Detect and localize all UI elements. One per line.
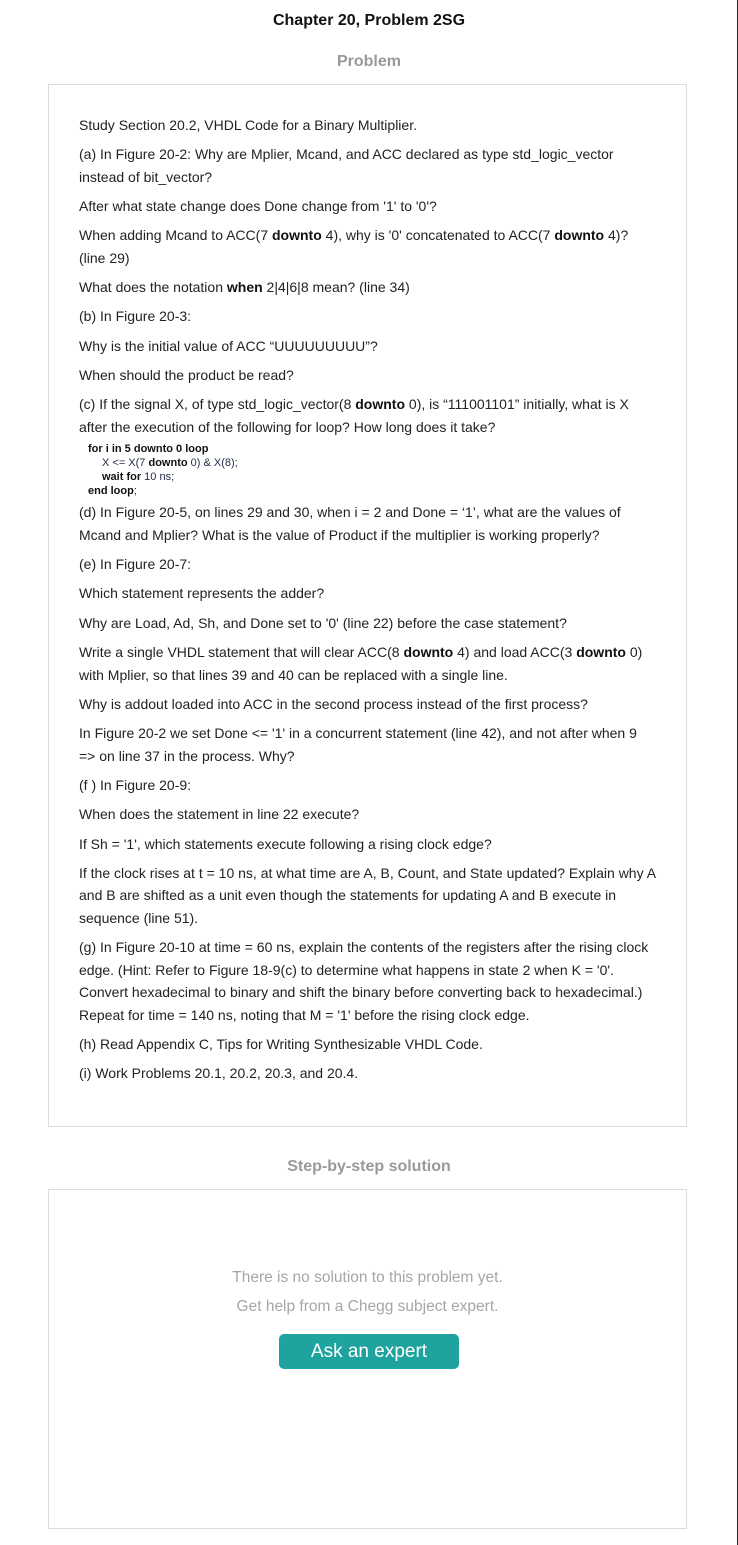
problem-paragraph: After what state change does Done change… <box>79 198 437 215</box>
problem-paragraph: (c) If the signal X, of type std_logic_v… <box>79 393 656 438</box>
code-text: 10 ns; <box>141 471 175 484</box>
problem-paragraph: When adding Mcand to ACC(7 downto 4), wh… <box>79 224 656 269</box>
keyword-downto: downto <box>554 227 605 244</box>
problem-paragraph: (d) In Figure 20-5, on lines 29 and 30, … <box>79 504 621 543</box>
code-keyword: downto <box>148 457 188 470</box>
code-keyword: downto <box>133 443 173 456</box>
keyword-downto: downto <box>403 644 454 661</box>
problem-paragraph: Why are Load, Ad, Sh, and Done set to '0… <box>79 614 567 631</box>
text-run: 4) and load ACC(3 <box>453 644 577 661</box>
problem-paragraph: (g) In Figure 20-10 at time = 60 ns, exp… <box>79 939 649 1023</box>
problem-paragraph: (e) In Figure 20-7: <box>79 556 192 573</box>
code-text: X <= X(7 <box>102 457 149 470</box>
code-text: i <box>102 443 112 456</box>
expert-help-message: Get help from a Chegg subject expert. <box>236 1298 499 1315</box>
problem-paragraph: (b) In Figure 20-3: <box>79 308 192 325</box>
problem-paragraph: When should the product be read? <box>79 367 294 384</box>
problem-paragraph: What does the notation when 2|4|6|8 mean… <box>79 276 656 299</box>
problem-paragraph: Study Section 20.2, VHDL Code for a Bina… <box>79 117 417 133</box>
code-text: 0 <box>172 443 186 456</box>
problem-paragraph: If Sh = '1', which statements execute fo… <box>79 835 492 852</box>
code-line: for i in 5 downto 0 loop <box>88 442 656 456</box>
code-line: wait for 10 ns; <box>88 470 656 484</box>
text-run: 2|4|6|8 mean? (line 34) <box>262 279 410 296</box>
code-line: end loop; <box>88 484 656 498</box>
code-image: for i in 5 downto 0 loop X <= X(7 downto… <box>88 442 656 498</box>
code-keyword: end loop <box>88 485 134 498</box>
code-keyword: wait for <box>102 471 142 484</box>
problem-paragraph: Why is addout loaded into ACC in the sec… <box>79 695 588 712</box>
code-keyword: for <box>88 443 103 456</box>
problem-paragraph: Why is the initial value of ACC “UUUUUUU… <box>79 337 378 354</box>
code-keyword: loop <box>185 443 209 456</box>
problem-paragraph: Write a single VHDL statement that will … <box>79 641 656 686</box>
code-text: ; <box>133 485 137 498</box>
problem-paragraph: (h) Read Appendix C, Tips for Writing Sy… <box>79 1035 483 1052</box>
keyword-downto: downto <box>355 396 406 413</box>
problem-paragraph: (a) In Figure 20-2: Why are Mplier, Mcan… <box>79 146 614 185</box>
text-run: What does the notation <box>79 279 227 296</box>
text-run: 4), why is '0' concatenated to ACC(7 <box>321 227 555 244</box>
ask-expert-button[interactable]: Ask an expert <box>279 1334 459 1369</box>
keyword-downto: downto <box>576 644 626 661</box>
text-run: (c) If the signal X, of type std_logic_v… <box>79 396 356 413</box>
text-run: When adding Mcand to ACC(7 <box>79 227 272 244</box>
solution-card: There is no solution to this problem yet… <box>48 1189 687 1529</box>
problem-paragraph: When does the statement in line 22 execu… <box>79 806 360 823</box>
empty-solution-message: There is no solution to this problem yet… <box>232 1269 503 1286</box>
problem-card: Study Section 20.2, VHDL Code for a Bina… <box>48 84 687 1127</box>
problem-paragraph: (f ) In Figure 20-9: <box>79 776 192 793</box>
problem-text: Study Section 20.2, VHDL Code for a Bina… <box>49 85 686 1085</box>
problem-paragraph: (i) Work Problems 20.1, 20.2, 20.3, and … <box>79 1065 359 1082</box>
text-run: Write a single VHDL statement that will … <box>79 644 404 661</box>
solution-heading: Step-by-step solution <box>287 1158 451 1175</box>
problem-heading: Problem <box>336 53 401 70</box>
code-keyword: in <box>111 443 122 456</box>
keyword-downto: downto <box>272 227 322 244</box>
page-title: Chapter 20, Problem 2SG <box>272 12 466 29</box>
problem-paragraph: Which statement represents the adder? <box>79 585 325 602</box>
keyword-when: when <box>226 279 263 296</box>
code-text: 0) & X(8); <box>187 457 238 470</box>
code-line: X <= X(7 downto 0) & X(8); <box>88 456 656 470</box>
problem-paragraph: In Figure 20-2 we set Done <= '1' in a c… <box>79 725 637 764</box>
code-text: 5 <box>121 443 134 456</box>
problem-paragraph: If the clock rises at t = 10 ns, at what… <box>79 864 656 926</box>
